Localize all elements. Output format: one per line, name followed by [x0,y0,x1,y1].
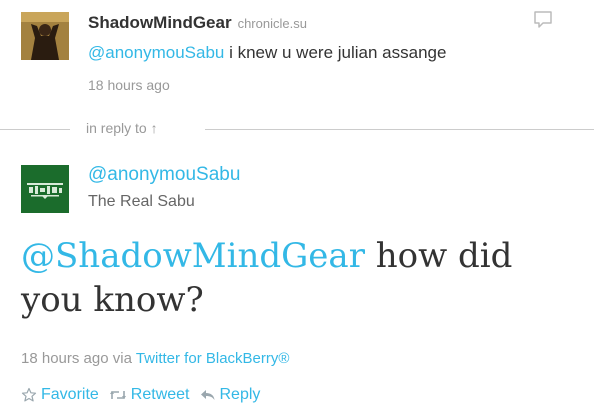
avatar-image [21,12,69,60]
avatar-image [21,165,69,213]
retweet-icon [109,391,126,399]
source-link[interactable]: Twitter for BlackBerry® [136,350,290,367]
reply-mention-link[interactable]: @anonymouSabu [88,43,224,62]
tweet-actions: Favorite Retweet Reply [21,386,270,404]
reply-author-name[interactable]: ShadowMindGear chronicle.su [88,13,307,33]
main-timestamp[interactable]: 18 hours ago [21,350,109,367]
main-mention-link[interactable]: @ShadowMindGear [21,236,365,276]
author-domain[interactable]: chronicle.su [238,16,307,31]
retweet-label[interactable]: Retweet [131,386,190,404]
divider-line [0,129,70,130]
speech-bubble-icon[interactable] [532,9,554,31]
reply-timestamp[interactable]: 18 hours ago [88,77,170,93]
main-tweet-text: @ShadowMindGear how did you know? [21,234,581,322]
in-reply-to-link[interactable]: in reply to ↑ [86,120,158,136]
divider-line [205,129,594,130]
reply-body-text: i knew u were julian assange [229,43,447,62]
anonymousabu-avatar[interactable] [21,165,69,213]
reply-arrow-icon [200,390,214,400]
via-label: via [112,350,132,367]
star-icon [21,387,37,402]
author-name-text[interactable]: ShadowMindGear [88,13,232,32]
reply-label[interactable]: Reply [220,386,261,404]
favorite-label[interactable]: Favorite [41,386,99,404]
main-author-handle[interactable]: @anonymouSabu [88,164,240,186]
reply-button[interactable]: Reply [200,386,261,404]
reply-tweet-text: @anonymouSabu i knew u were julian assan… [88,43,446,63]
favorite-button[interactable]: Favorite [21,386,99,404]
main-author-real-name: The Real Sabu [88,193,195,210]
tweet-meta: 18 hours ago via Twitter for BlackBerry® [21,350,289,367]
retweet-button[interactable]: Retweet [109,386,190,404]
shadowmindgear-avatar[interactable] [21,12,69,60]
